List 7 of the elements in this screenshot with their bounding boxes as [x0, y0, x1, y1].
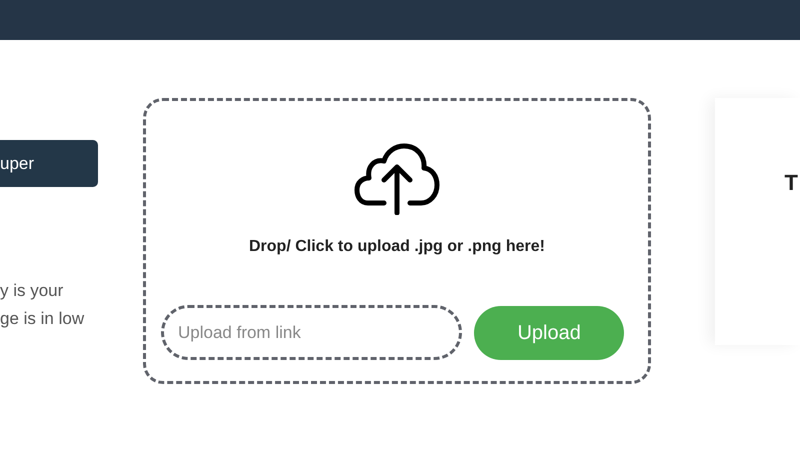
description-text: y is your ge is in low [0, 280, 86, 330]
link-field[interactable]: Upload from link [161, 305, 462, 360]
dropzone[interactable]: Drop/ Click to upload .jpg or .png here! Upload from link Upload [143, 98, 651, 384]
cloud-upload-icon [354, 143, 440, 215]
card-heading: T [784, 170, 798, 195]
action-button[interactable]: uper [0, 140, 98, 187]
upload-prompt: Drop/ Click to upload .jpg or .png here! [248, 237, 546, 257]
